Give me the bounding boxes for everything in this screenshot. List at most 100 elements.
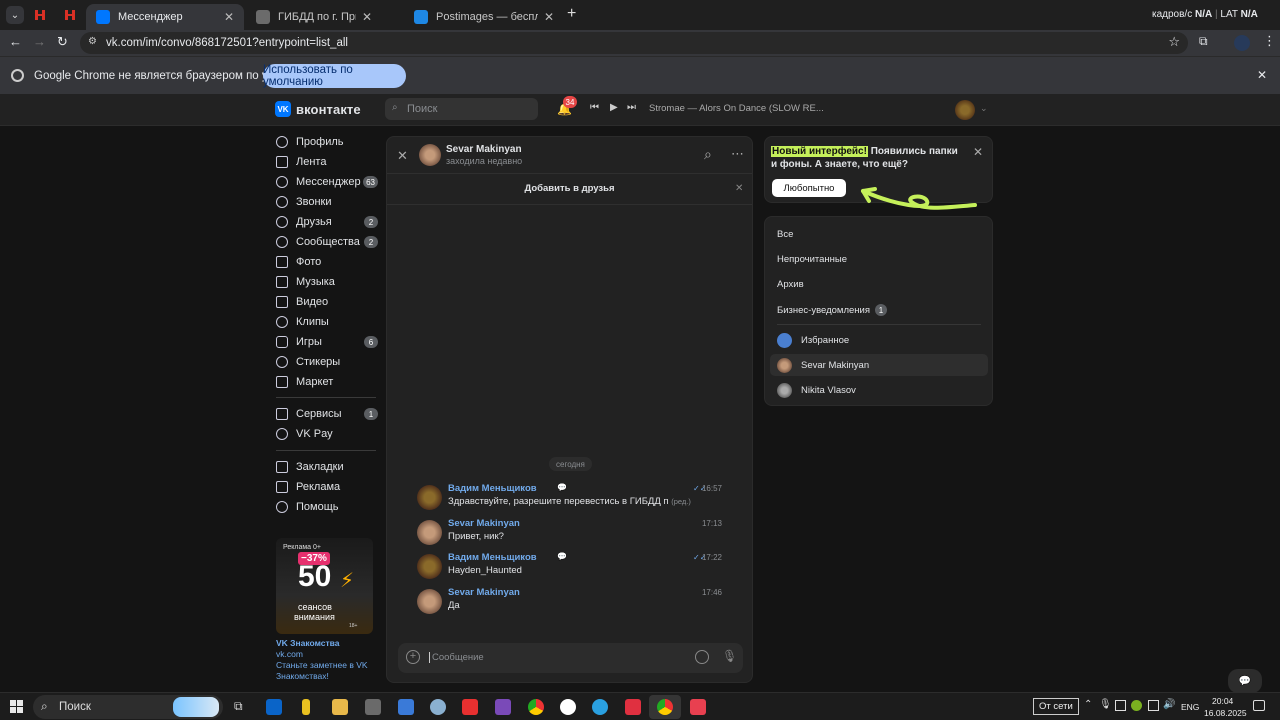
more-dots-icon[interactable]: ⋯: [731, 146, 744, 162]
ad-domain[interactable]: vk.com: [276, 649, 303, 659]
back-icon[interactable]: ←: [9, 34, 22, 49]
reload-icon[interactable]: ↻: [57, 34, 68, 50]
chat-item-nikita[interactable]: Nikita Vlasov: [777, 382, 856, 398]
tab-gibdd[interactable]: ГИБДД по г. Приволжск | Заяв ✕: [246, 4, 382, 30]
weather-app-icon[interactable]: [430, 699, 446, 715]
notifications-button[interactable]: 🔔 34: [557, 96, 577, 118]
sidebar-item-photos[interactable]: Фото: [276, 252, 378, 272]
tab-search-button[interactable]: ⌄: [6, 6, 24, 24]
file-explorer-icon[interactable]: [332, 699, 348, 715]
curious-button[interactable]: Любопытно: [772, 179, 846, 197]
sidebar-item-video[interactable]: Видео: [276, 292, 378, 312]
close-icon[interactable]: ✕: [538, 10, 554, 24]
sender-name[interactable]: Sevar Makinyan: [448, 587, 520, 598]
sidebar-item-services[interactable]: Сервисы 1: [276, 404, 378, 424]
filter-unread[interactable]: Непрочитанные: [777, 254, 847, 265]
contact-avatar[interactable]: [419, 144, 441, 166]
network-status-label[interactable]: От сети: [1033, 698, 1079, 715]
ad-title[interactable]: VK Знакомства: [276, 638, 339, 648]
chevron-up-icon[interactable]: ⌃: [1084, 699, 1092, 710]
close-icon[interactable]: ✕: [397, 148, 408, 164]
sender-avatar[interactable]: [417, 485, 442, 510]
sidebar-item-clips[interactable]: Клипы: [276, 312, 378, 332]
cloud-app-icon[interactable]: [690, 699, 706, 715]
tray-green-icon[interactable]: [1131, 700, 1142, 711]
tray-app-icon[interactable]: [1148, 700, 1159, 711]
address-bar[interactable]: ⚙ vk.com/im/convo/868172501?entrypoint=l…: [80, 32, 1188, 54]
filter-all[interactable]: Все: [777, 229, 793, 240]
search-icon[interactable]: ⌕: [704, 146, 712, 163]
close-icon[interactable]: ✕: [973, 145, 983, 159]
sidebar-item-help[interactable]: Помощь: [276, 497, 378, 517]
chat-item-sevar[interactable]: Sevar Makinyan: [777, 357, 869, 373]
app-icon[interactable]: [302, 699, 310, 715]
sender-avatar[interactable]: [417, 554, 442, 579]
sidebar-item-ads[interactable]: Реклама: [276, 477, 378, 497]
keyboard-language[interactable]: ENG: [1181, 702, 1199, 712]
filter-business[interactable]: Бизнес-уведомления 1: [777, 304, 887, 316]
clock-date[interactable]: 16.08.2025: [1204, 708, 1247, 718]
document-app-icon[interactable]: [398, 699, 414, 715]
outlook-icon[interactable]: [266, 699, 282, 715]
sidebar-item-vkpay[interactable]: VK Pay: [276, 424, 378, 444]
chrome-icon[interactable]: [528, 699, 544, 715]
chat-item-favorites[interactable]: Избранное: [777, 332, 849, 348]
close-icon[interactable]: ✕: [735, 183, 743, 194]
ad-banner[interactable]: Реклама 0+ −37% 50 ⚡ сеансов внимания 18…: [276, 538, 373, 634]
message-item[interactable]: Sevar Makinyan Привет, ник? 17:13: [417, 518, 722, 550]
floating-chat-button[interactable]: 💬: [1228, 669, 1262, 693]
now-playing-track[interactable]: Stromae — Alors On Dance (SLOW RE...: [649, 103, 824, 114]
sidebar-item-feed[interactable]: Лента: [276, 152, 378, 172]
telegram-icon[interactable]: [592, 699, 608, 715]
bookmark-star-icon[interactable]: ☆: [1168, 34, 1180, 50]
forward-icon[interactable]: →: [33, 34, 46, 49]
attach-plus-icon[interactable]: +: [406, 650, 420, 664]
next-track-icon[interactable]: ⏭: [627, 102, 636, 113]
sender-name[interactable]: Вадим Меньщиков: [448, 552, 537, 563]
play-icon[interactable]: ▶: [610, 102, 618, 113]
game-icon[interactable]: [495, 699, 511, 715]
pinned-tab-1[interactable]: [34, 9, 46, 21]
new-tab-button[interactable]: +: [567, 5, 576, 23]
notification-center-icon[interactable]: [1253, 700, 1265, 711]
sidebar-item-calls[interactable]: Звонки: [276, 192, 378, 212]
extensions-icon[interactable]: ⧉: [1199, 34, 1208, 49]
yandex-browser-icon[interactable]: [560, 699, 576, 715]
microphone-icon[interactable]: 🎙: [722, 649, 737, 663]
taskbar-search[interactable]: ⌕ Поиск: [33, 695, 223, 719]
sidebar-item-communities[interactable]: Сообщества 2: [276, 232, 378, 252]
sender-name[interactable]: Sevar Makinyan: [448, 518, 520, 529]
profile-avatar[interactable]: [1234, 35, 1250, 51]
vk-logo[interactable]: VK вконтакте: [275, 101, 361, 117]
tab-postimages[interactable]: Postimages — бесплатный хос ✕: [404, 4, 564, 30]
microphone-icon[interactable]: 🎙: [1099, 699, 1112, 710]
message-item[interactable]: Sevar Makinyan Да 17:46: [417, 587, 722, 619]
sidebar-item-music[interactable]: Музыка: [276, 272, 378, 292]
tab-messenger[interactable]: Мессенджер ✕: [86, 4, 244, 30]
sidebar-item-stickers[interactable]: Стикеры: [276, 352, 378, 372]
set-default-button[interactable]: Использовать по умолчанию: [263, 64, 406, 88]
volume-icon[interactable]: 🔊: [1163, 699, 1175, 710]
contact-name[interactable]: Sevar Makinyan: [446, 144, 522, 155]
close-icon[interactable]: ✕: [218, 10, 234, 24]
pinned-tab-2[interactable]: [64, 9, 76, 21]
sidebar-item-market[interactable]: Маркет: [276, 372, 378, 392]
menu-dots-icon[interactable]: ⋮: [1263, 33, 1276, 49]
sender-name[interactable]: Вадим Меньщиков: [448, 483, 537, 494]
tray-app-icon[interactable]: [1115, 700, 1126, 711]
sidebar-item-games[interactable]: Игры 6: [276, 332, 378, 352]
message-item[interactable]: Вадим Меньщиков 💬 Здравствуйте, разрешит…: [417, 483, 722, 515]
clock-time[interactable]: 20:04: [1212, 696, 1233, 706]
add-friend-banner[interactable]: Добавить в друзья: [387, 183, 752, 194]
emoji-icon[interactable]: [695, 650, 709, 664]
chevron-down-icon[interactable]: ⌄: [980, 103, 988, 114]
ad-description[interactable]: Станьте заметнее в VK Знакомствах!: [276, 660, 374, 682]
red-app-icon[interactable]: [625, 699, 641, 715]
task-view-icon[interactable]: ⧉: [234, 699, 243, 714]
sender-avatar[interactable]: [417, 589, 442, 614]
windows-start-icon[interactable]: [10, 700, 23, 713]
site-info-icon[interactable]: ⚙: [88, 36, 97, 47]
chrome-icon[interactable]: [657, 699, 673, 715]
sender-avatar[interactable]: [417, 520, 442, 545]
yandex-icon[interactable]: [462, 699, 478, 715]
